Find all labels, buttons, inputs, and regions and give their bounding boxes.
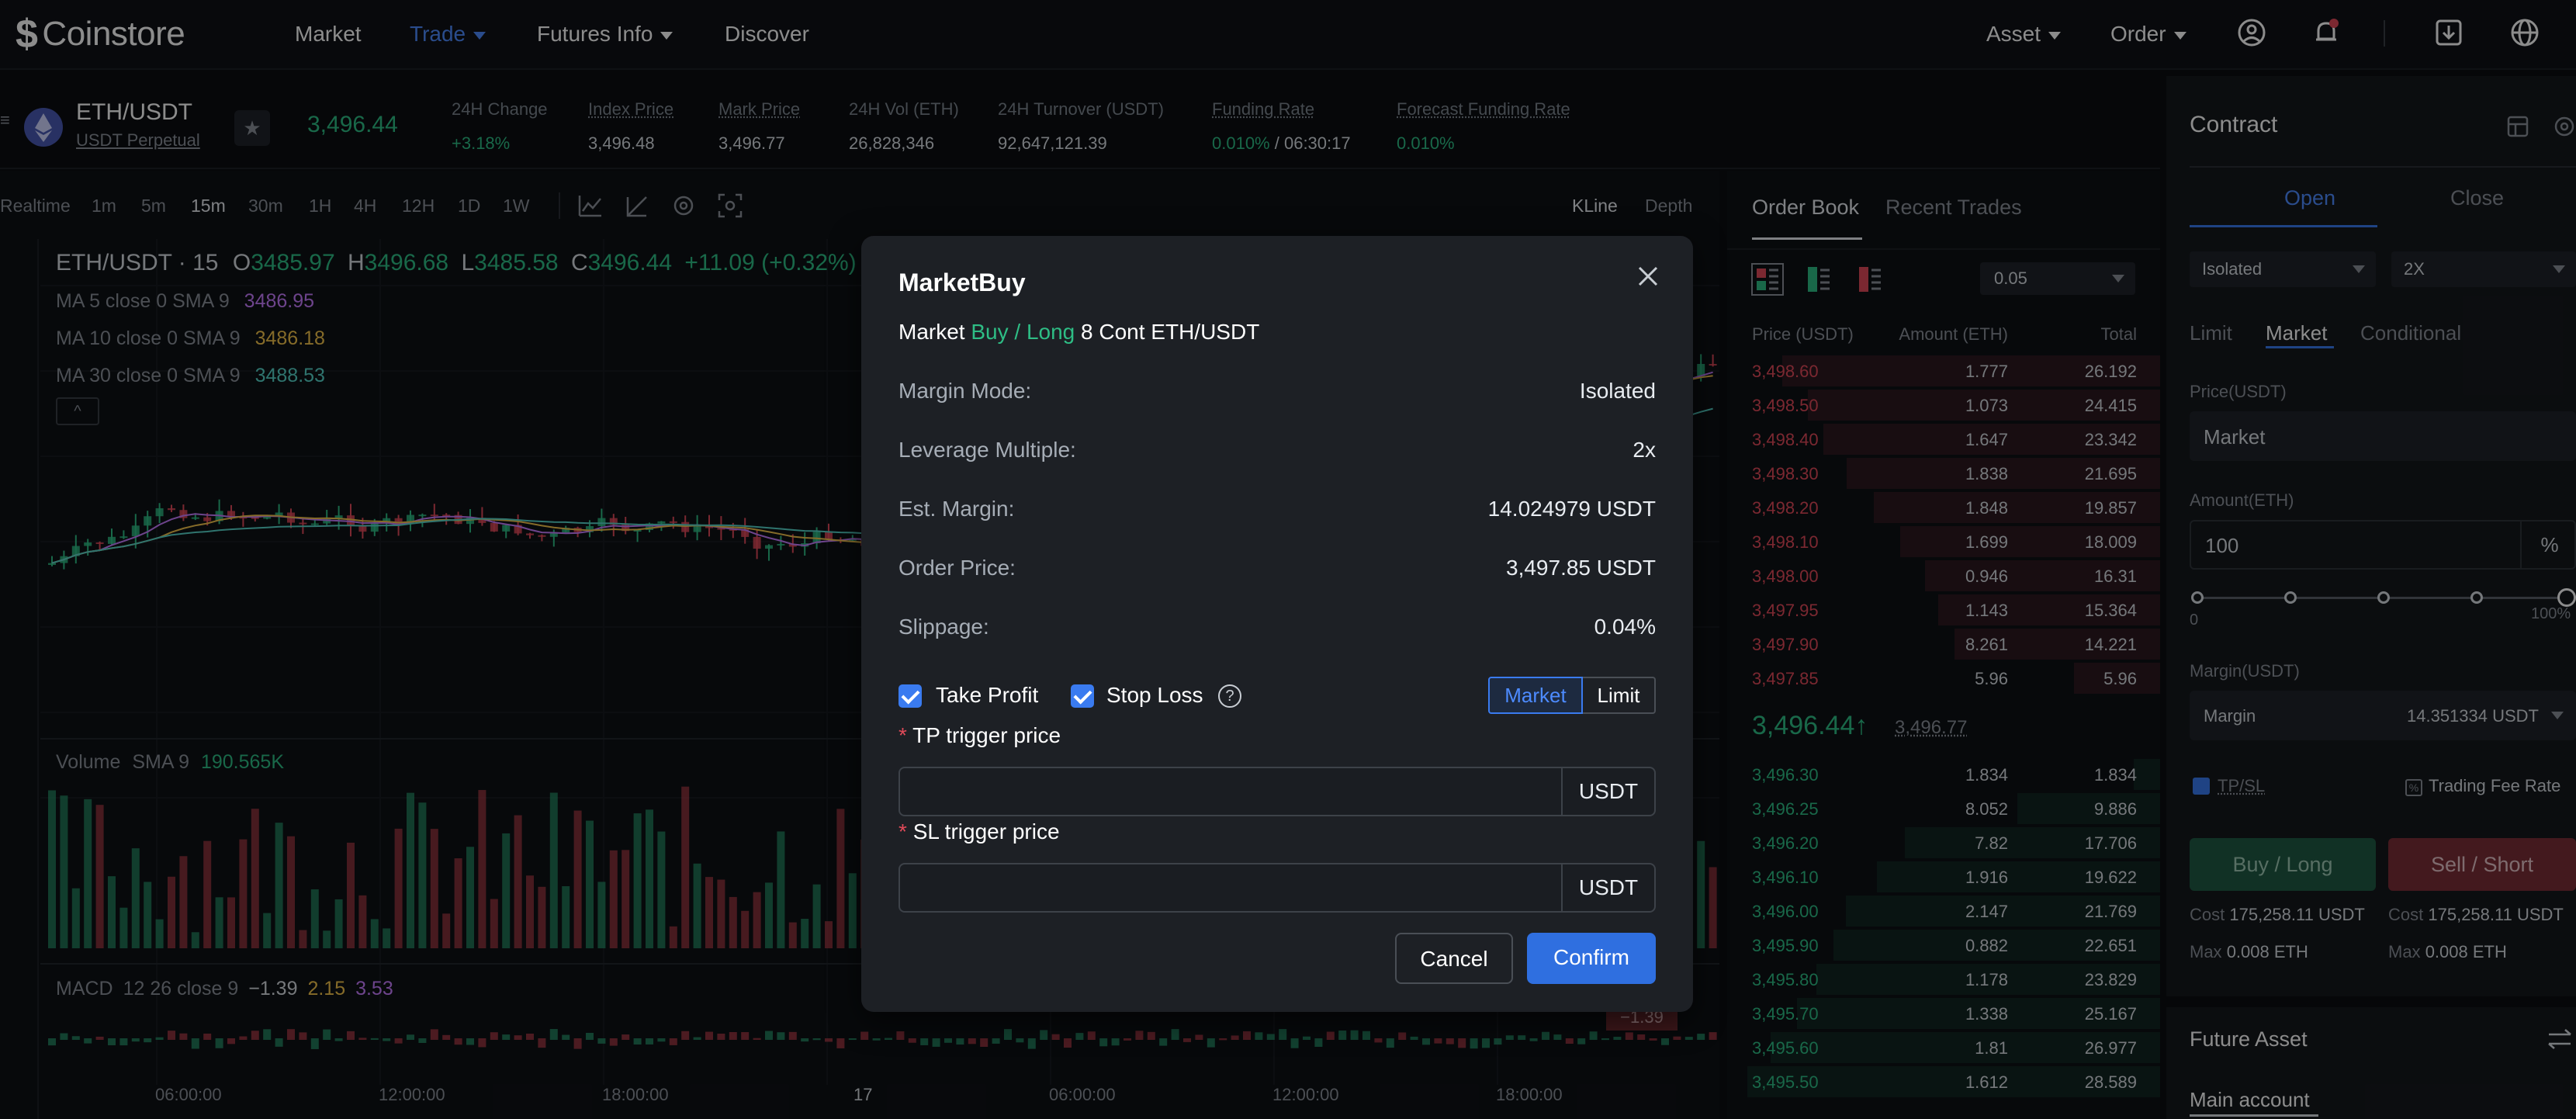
subtitle-prefix: Market (898, 320, 965, 344)
trigger-type-market[interactable]: Market (1488, 677, 1583, 714)
est-margin-value: 14.024979 USDT (1487, 497, 1656, 521)
take-profit-label[interactable]: Take Profit (936, 683, 1038, 708)
cancel-button[interactable]: Cancel (1395, 933, 1513, 984)
take-profit-checkbox[interactable] (898, 684, 922, 708)
sl-unit: USDT (1561, 864, 1654, 911)
order-price-value: 3,497.85 USDT (1506, 556, 1656, 580)
tp-trigger-label: * TP trigger price (898, 723, 1061, 748)
tp-trigger-input[interactable]: USDT (898, 767, 1656, 816)
leverage-label: Leverage Multiple: (898, 438, 1076, 462)
sl-trigger-input[interactable]: USDT (898, 863, 1656, 913)
stop-loss-checkbox[interactable] (1071, 684, 1094, 708)
slippage-label: Slippage: (898, 615, 989, 639)
tp-trigger-text: TP trigger price (912, 723, 1061, 747)
margin-mode-value: Isolated (1579, 379, 1656, 403)
trigger-type-limit[interactable]: Limit (1583, 677, 1656, 714)
order-price-label: Order Price: (898, 556, 1016, 580)
help-icon[interactable]: ? (1218, 684, 1241, 708)
tp-unit: USDT (1561, 768, 1654, 815)
dialog-title: MarketBuy (898, 268, 1026, 296)
confirm-button[interactable]: Confirm (1527, 933, 1656, 984)
sl-trigger-text: SL trigger price (912, 819, 1060, 844)
subtitle-side: Buy / Long (971, 320, 1075, 344)
required-asterisk: * (898, 819, 913, 844)
slippage-value: 0.04% (1594, 615, 1656, 639)
market-buy-dialog: MarketBuy Market Buy / Long 8 Cont ETH/U… (861, 236, 1693, 1012)
stop-loss-label[interactable]: Stop Loss (1106, 683, 1203, 708)
leverage-value: 2x (1633, 438, 1656, 462)
required-asterisk: * (898, 723, 913, 747)
est-margin-label: Est. Margin: (898, 497, 1015, 521)
sl-trigger-field[interactable] (900, 864, 1560, 911)
sl-trigger-label: * SL trigger price (898, 819, 1060, 844)
tp-trigger-field[interactable] (900, 768, 1560, 815)
subtitle-rest: 8 Cont ETH/USDT (1081, 320, 1260, 344)
dialog-subtitle: Market Buy / Long 8 Cont ETH/USDT (898, 320, 1259, 345)
margin-mode-label: Margin Mode: (898, 379, 1032, 403)
close-icon[interactable] (1636, 264, 1660, 289)
